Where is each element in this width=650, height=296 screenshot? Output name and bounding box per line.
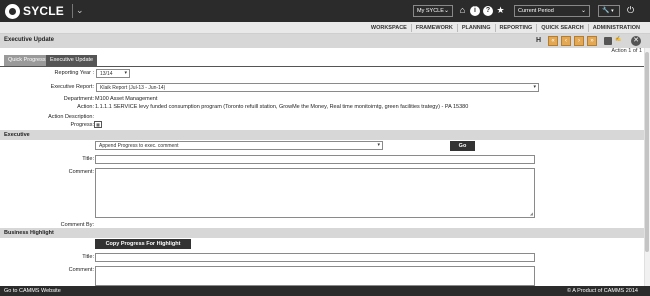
logo-mark-icon	[5, 3, 20, 19]
home-icon[interactable]: ⌂	[457, 5, 468, 16]
append-progress-value: Append Progress to exec. comment	[99, 143, 179, 149]
department-label: Department:	[63, 96, 94, 102]
action-description-label: Action Description:	[48, 114, 94, 120]
executive-section-header: Executive	[0, 130, 650, 140]
tab-divider	[0, 66, 650, 67]
signature-icon[interactable]: ✍	[615, 36, 621, 42]
wrench-icon: 🔧	[602, 8, 610, 14]
nav-item-administration[interactable]: ADMINISTRATION	[587, 24, 644, 32]
tools-menu[interactable]: 🔧 ▾	[598, 5, 620, 17]
main-nav: WORKSPACE FRAMEWORK PLANNING REPORTING QUICK…	[0, 22, 650, 34]
help-h-button[interactable]: H	[536, 37, 541, 44]
chevron-down-icon: ⌄	[443, 8, 449, 14]
scrollbar-thumb[interactable]	[645, 52, 649, 252]
previous-record-button[interactable]: ‹	[561, 36, 571, 46]
page-title-bar: Executive Update H « ‹ › » ✍ ✕	[0, 34, 650, 48]
last-record-button[interactable]: »	[587, 36, 597, 46]
action-value: 1.1.1.1 SERVICE levy funded consumption …	[95, 104, 469, 110]
nav-item-quick-search[interactable]: QUICK SEARCH	[536, 24, 587, 32]
save-icon[interactable]	[604, 37, 612, 45]
append-progress-select[interactable]: Append Progress to exec. comment ▾	[95, 141, 383, 150]
copyright-text: © A Product of CAMMS 2014	[566, 288, 638, 294]
chevron-down-icon: ▾	[124, 70, 127, 76]
period-dropdown[interactable]: Current Period ⌄	[514, 5, 590, 17]
executive-comment-label: Comment:	[68, 169, 94, 175]
executive-title-label: Title:	[82, 156, 94, 162]
business-comment-label: Comment:	[68, 267, 94, 273]
chevron-down-icon: ▾	[533, 84, 536, 90]
reporting-year-label: Reporting Year :	[54, 70, 94, 76]
my-sycle-dropdown[interactable]: My SYCLE ⌄	[413, 5, 453, 17]
business-comment-textarea[interactable]	[95, 266, 535, 286]
executive-title-input[interactable]	[95, 155, 535, 164]
executive-report-select[interactable]: Klaik Report (Jul-13 - Jun-14) ▾	[96, 83, 539, 92]
executive-report-label: Executive Report:	[50, 84, 94, 90]
executive-section-title: Executive	[4, 132, 30, 138]
star-icon[interactable]: ★	[495, 5, 506, 16]
footer: Go to CAMMS Website © A Product of CAMMS…	[0, 286, 650, 296]
chevron-down-icon: ▾	[611, 8, 614, 14]
first-record-button[interactable]: «	[548, 36, 558, 46]
reporting-year-value: 13/14	[100, 71, 113, 77]
chevron-down-icon: ▾	[377, 142, 380, 148]
nav-item-planning[interactable]: PLANNING	[456, 24, 495, 32]
period-label: Current Period	[518, 8, 554, 14]
progress-label: Progress:	[70, 122, 94, 128]
next-record-button[interactable]: ›	[574, 36, 584, 46]
divider	[72, 4, 73, 18]
business-title-label: Title:	[82, 254, 94, 260]
business-highlight-section-header: Business Highlight	[0, 228, 650, 238]
close-icon[interactable]: ✕	[631, 36, 641, 46]
info-icon[interactable]: i	[470, 6, 480, 16]
power-icon[interactable]: ⏻	[627, 5, 634, 16]
nav-item-reporting[interactable]: REPORTING	[494, 24, 537, 32]
executive-report-value: Klaik Report (Jul-13 - Jun-14)	[100, 85, 166, 91]
tab-quick-progress[interactable]: Quick Progress	[4, 55, 50, 66]
camms-website-link[interactable]: Go to CAMMS Website	[4, 288, 61, 294]
reporting-year-select[interactable]: 13/14 ▾	[96, 69, 130, 78]
resize-grip-icon[interactable]: ◢	[530, 211, 533, 216]
chevron-down-icon[interactable]: ⌄	[76, 5, 84, 16]
nav-items: WORKSPACE FRAMEWORK PLANNING REPORTING QUICK…	[367, 22, 644, 34]
department-value: M100 Asset Management	[95, 96, 158, 102]
logo[interactable]: SYCLE	[5, 3, 64, 19]
chevron-down-icon: ⌄	[580, 8, 586, 14]
my-sycle-label: My SYCLE	[417, 8, 444, 14]
copy-progress-button[interactable]: Copy Progress For Highlight	[95, 239, 191, 249]
business-title-input[interactable]	[95, 253, 535, 262]
page-title: Executive Update	[4, 37, 55, 43]
executive-comment-textarea[interactable]: ◢	[95, 168, 535, 218]
action-label: Action:	[77, 104, 94, 110]
logo-text: SYCLE	[23, 4, 65, 18]
tab-executive-update[interactable]: Executive Update	[46, 55, 98, 66]
nav-item-framework[interactable]: FRAMEWORK	[410, 24, 457, 32]
nav-item-workspace[interactable]: WORKSPACE	[367, 24, 411, 32]
business-highlight-section-title: Business Highlight	[4, 230, 54, 236]
top-bar: SYCLE ⌄ My SYCLE ⌄ ⌂ i ? ★ Current Perio…	[0, 0, 650, 22]
record-counter: Action 1 of 1	[611, 48, 642, 54]
progress-chart-icon[interactable]: ▦	[94, 121, 102, 128]
help-icon[interactable]: ?	[483, 6, 493, 16]
go-button[interactable]: Go	[450, 141, 475, 151]
